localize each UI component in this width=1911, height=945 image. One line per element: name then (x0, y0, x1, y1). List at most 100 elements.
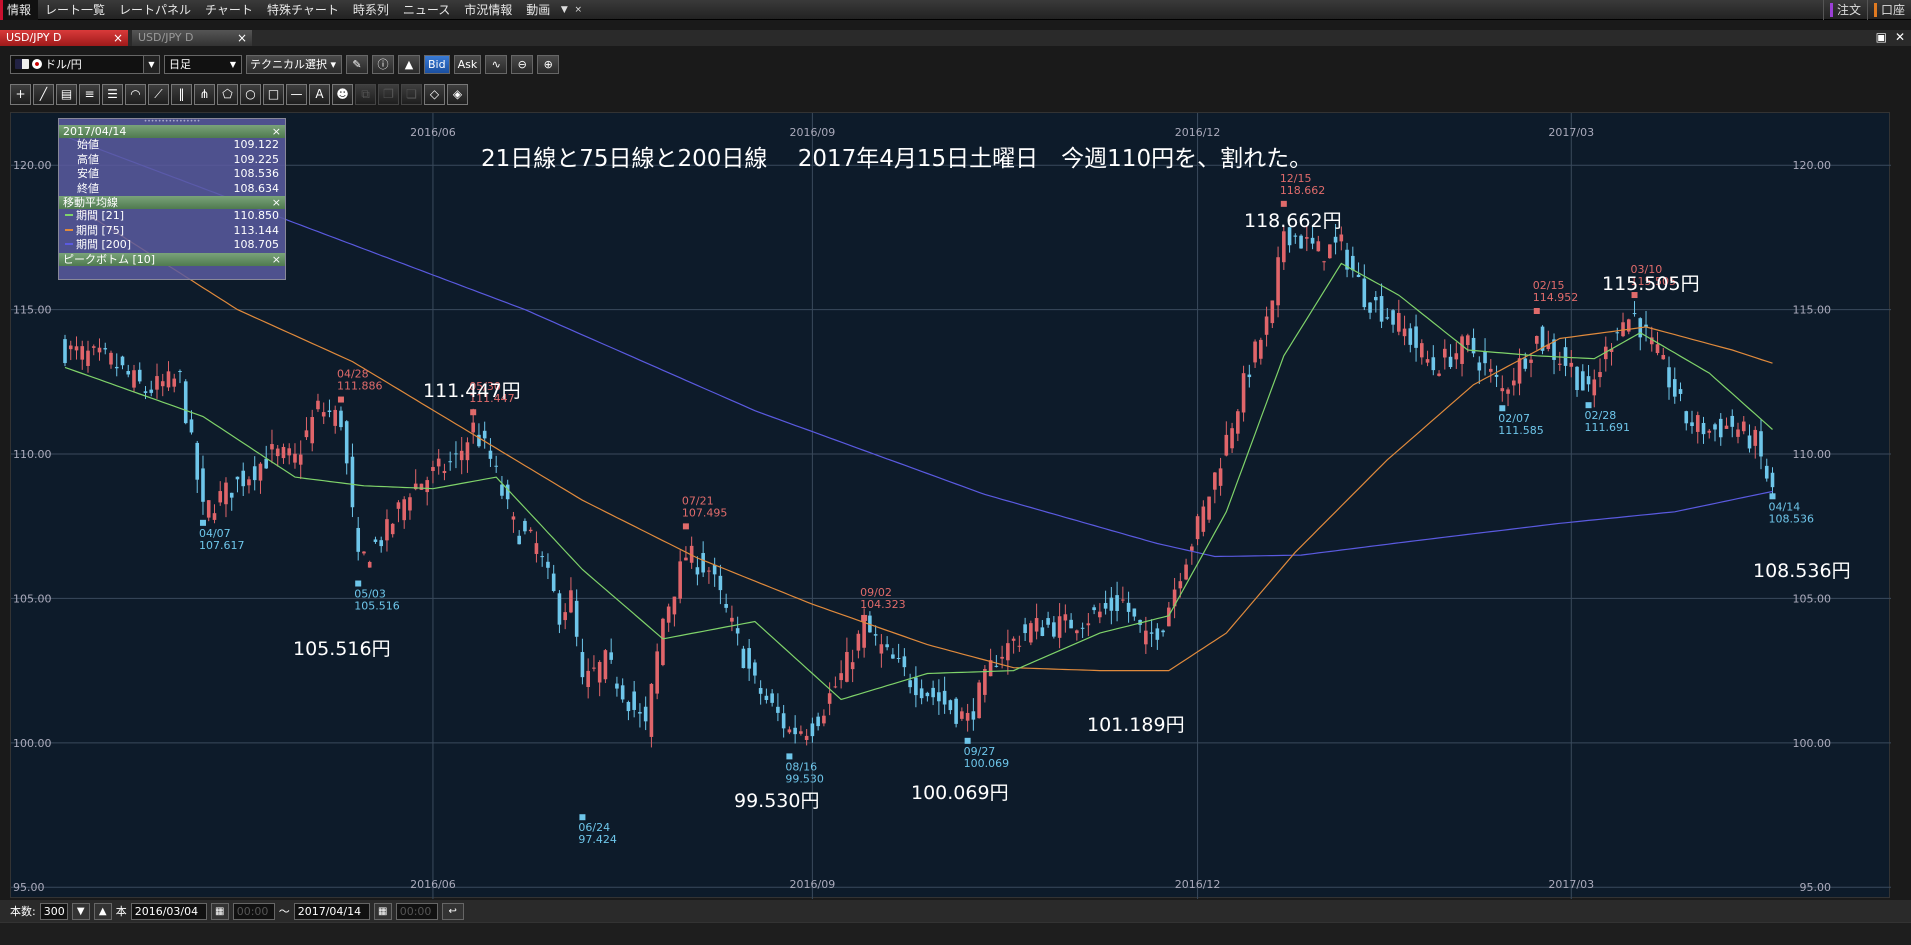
fan-icon[interactable]: ⟋ (148, 84, 169, 105)
to-date-input[interactable]: 2017/04/14 (293, 902, 370, 920)
price-annotation: 108.536円 (1753, 560, 1851, 582)
order-button[interactable]: 注文 (1822, 0, 1867, 20)
ruler-icon[interactable]: ▤ (56, 84, 77, 105)
icon-stamp-icon[interactable]: ☻ (332, 84, 353, 105)
candle-body (1103, 603, 1108, 609)
trendline-icon[interactable]: ╱ (33, 84, 54, 105)
candle-body (212, 513, 217, 520)
close-window-icon[interactable]: ✕ (1895, 30, 1905, 44)
from-time-input[interactable]: 00:00 (232, 902, 275, 920)
chevron-up-icon[interactable]: ▲ (93, 902, 112, 920)
candle-body (459, 450, 464, 461)
menu-item[interactable]: ニュース (396, 0, 457, 20)
hline-icon[interactable]: — (286, 84, 307, 105)
candle-body (1523, 358, 1528, 369)
menu-more-icon[interactable]: ▼ (557, 5, 571, 15)
technical-select-button[interactable]: テクニカル選択 ▾ (246, 54, 342, 74)
candle-body (1615, 332, 1620, 334)
chevron-down-icon[interactable]: ▼ (143, 55, 159, 73)
candle-body (241, 470, 246, 487)
tab-usdjpy-d-2[interactable]: USD/JPY D × (132, 30, 252, 46)
candle-body (695, 567, 700, 575)
wave-chart-icon[interactable]: ∿ (485, 54, 508, 74)
menu-item[interactable]: チャート (198, 0, 260, 20)
timeframe-select[interactable]: 日足 ▼ (164, 54, 242, 74)
zoom-out-icon[interactable]: ⊖ (511, 54, 534, 74)
info-icon[interactable]: ⓘ (372, 54, 394, 74)
from-date-input[interactable]: 2016/03/04 (130, 902, 207, 920)
fib-lines-icon[interactable]: ☰ (102, 84, 123, 105)
candle-body (500, 484, 504, 496)
pitchfork-icon[interactable]: ⋔ (194, 84, 215, 105)
candle-body (86, 350, 90, 366)
erase-all-icon[interactable]: ◈ (447, 84, 468, 105)
candle-body (1241, 373, 1246, 413)
currency-pair-select[interactable]: ドル/円 ▼ (10, 54, 160, 74)
maximize-icon[interactable]: ▣ (1876, 30, 1887, 44)
menu-item[interactable]: 特殊チャート (260, 0, 346, 20)
rectangle-icon[interactable]: □ (263, 84, 284, 105)
candle-body (937, 692, 941, 702)
calendar-icon[interactable]: ▦ (210, 902, 229, 920)
close-icon[interactable]: × (272, 253, 281, 266)
ma200-swatch (65, 243, 73, 245)
menu-close-icon[interactable]: × (571, 5, 585, 15)
menu-item[interactable]: レート一覧 (38, 0, 112, 20)
menu-item[interactable]: 市況情報 (457, 0, 519, 20)
candle-body (1655, 344, 1660, 354)
drawing-toolbar: + ╱ ▤ ≡ ☰ ◠ ⟋ ‖ ⋔ ⬠ ○ □ — A ☻ ⧉ ❐ ❏ ◇ ◈ (10, 84, 468, 106)
zoom-in-icon[interactable]: ⊕ (537, 54, 560, 74)
menu-item[interactable]: 情報 (0, 0, 39, 20)
duplicate-icon[interactable]: ❐ (378, 84, 399, 105)
candle-body (1086, 623, 1091, 626)
menu-item[interactable]: 時系列 (346, 0, 396, 20)
candle-body (1477, 362, 1482, 371)
candle-body (97, 347, 102, 353)
mountain-chart-icon[interactable]: ▲ (398, 54, 420, 74)
candle-body (1213, 472, 1217, 490)
to-time-value: 00:00 (399, 904, 432, 918)
to-time-input[interactable]: 00:00 (395, 902, 438, 920)
bid-button[interactable]: Bid (424, 54, 450, 74)
menu-item[interactable]: レートパネル (112, 0, 198, 20)
close-icon[interactable]: × (272, 125, 281, 138)
eraser-icon[interactable]: ◇ (424, 84, 445, 105)
chart-area[interactable]: 95.00 95.00 100.00 100.00 105.00 105.00 110.00… (10, 112, 1891, 899)
ohlc-value: 108.536 (233, 167, 280, 180)
vertical-lines-icon[interactable]: ‖ (171, 84, 192, 105)
info-panel[interactable]: •••••••••••••••• 2017/04/14 × 始値 109.122 高… (58, 118, 286, 280)
count-input[interactable]: 300 (39, 902, 68, 920)
horizontal-lines-icon[interactable]: ≡ (79, 84, 100, 105)
candle-body (1759, 431, 1763, 457)
candle-body (804, 735, 809, 740)
copy-icon[interactable]: ⧉ (355, 84, 376, 105)
pencil-icon[interactable]: ✎ (346, 54, 368, 74)
arc-icon[interactable]: ◠ (125, 84, 146, 105)
crosshair-icon[interactable]: + (10, 84, 31, 105)
candle-body (1598, 372, 1602, 378)
close-icon[interactable]: × (113, 30, 123, 46)
candle-body (1506, 389, 1510, 394)
tab-usdjpy-d-1[interactable]: USD/JPY D × (0, 30, 128, 46)
close-icon[interactable]: × (237, 30, 247, 46)
count-value: 300 (43, 904, 65, 918)
circle-icon[interactable]: ○ (240, 84, 261, 105)
close-icon[interactable]: × (272, 196, 281, 209)
text-icon[interactable]: A (309, 84, 330, 105)
layers-icon[interactable]: ❏ (401, 84, 422, 105)
candle-body (914, 677, 918, 696)
chevron-down-icon[interactable]: ▼ (225, 56, 241, 73)
candle-body (511, 516, 516, 520)
pentagon-icon[interactable]: ⬠ (217, 84, 238, 105)
ask-button[interactable]: Ask (453, 54, 482, 74)
candle-body (1063, 614, 1068, 621)
candle-body (258, 463, 263, 481)
candle-body (787, 729, 792, 733)
calendar-icon[interactable]: ▦ (373, 902, 392, 920)
account-button[interactable]: 口座 (1866, 0, 1911, 20)
menu-item[interactable]: 動画 (519, 0, 557, 20)
candle-body (1397, 312, 1401, 332)
chevron-down-icon[interactable]: ▼ (71, 902, 90, 920)
candle-body (1368, 302, 1372, 313)
return-icon[interactable]: ↩ (441, 902, 464, 920)
